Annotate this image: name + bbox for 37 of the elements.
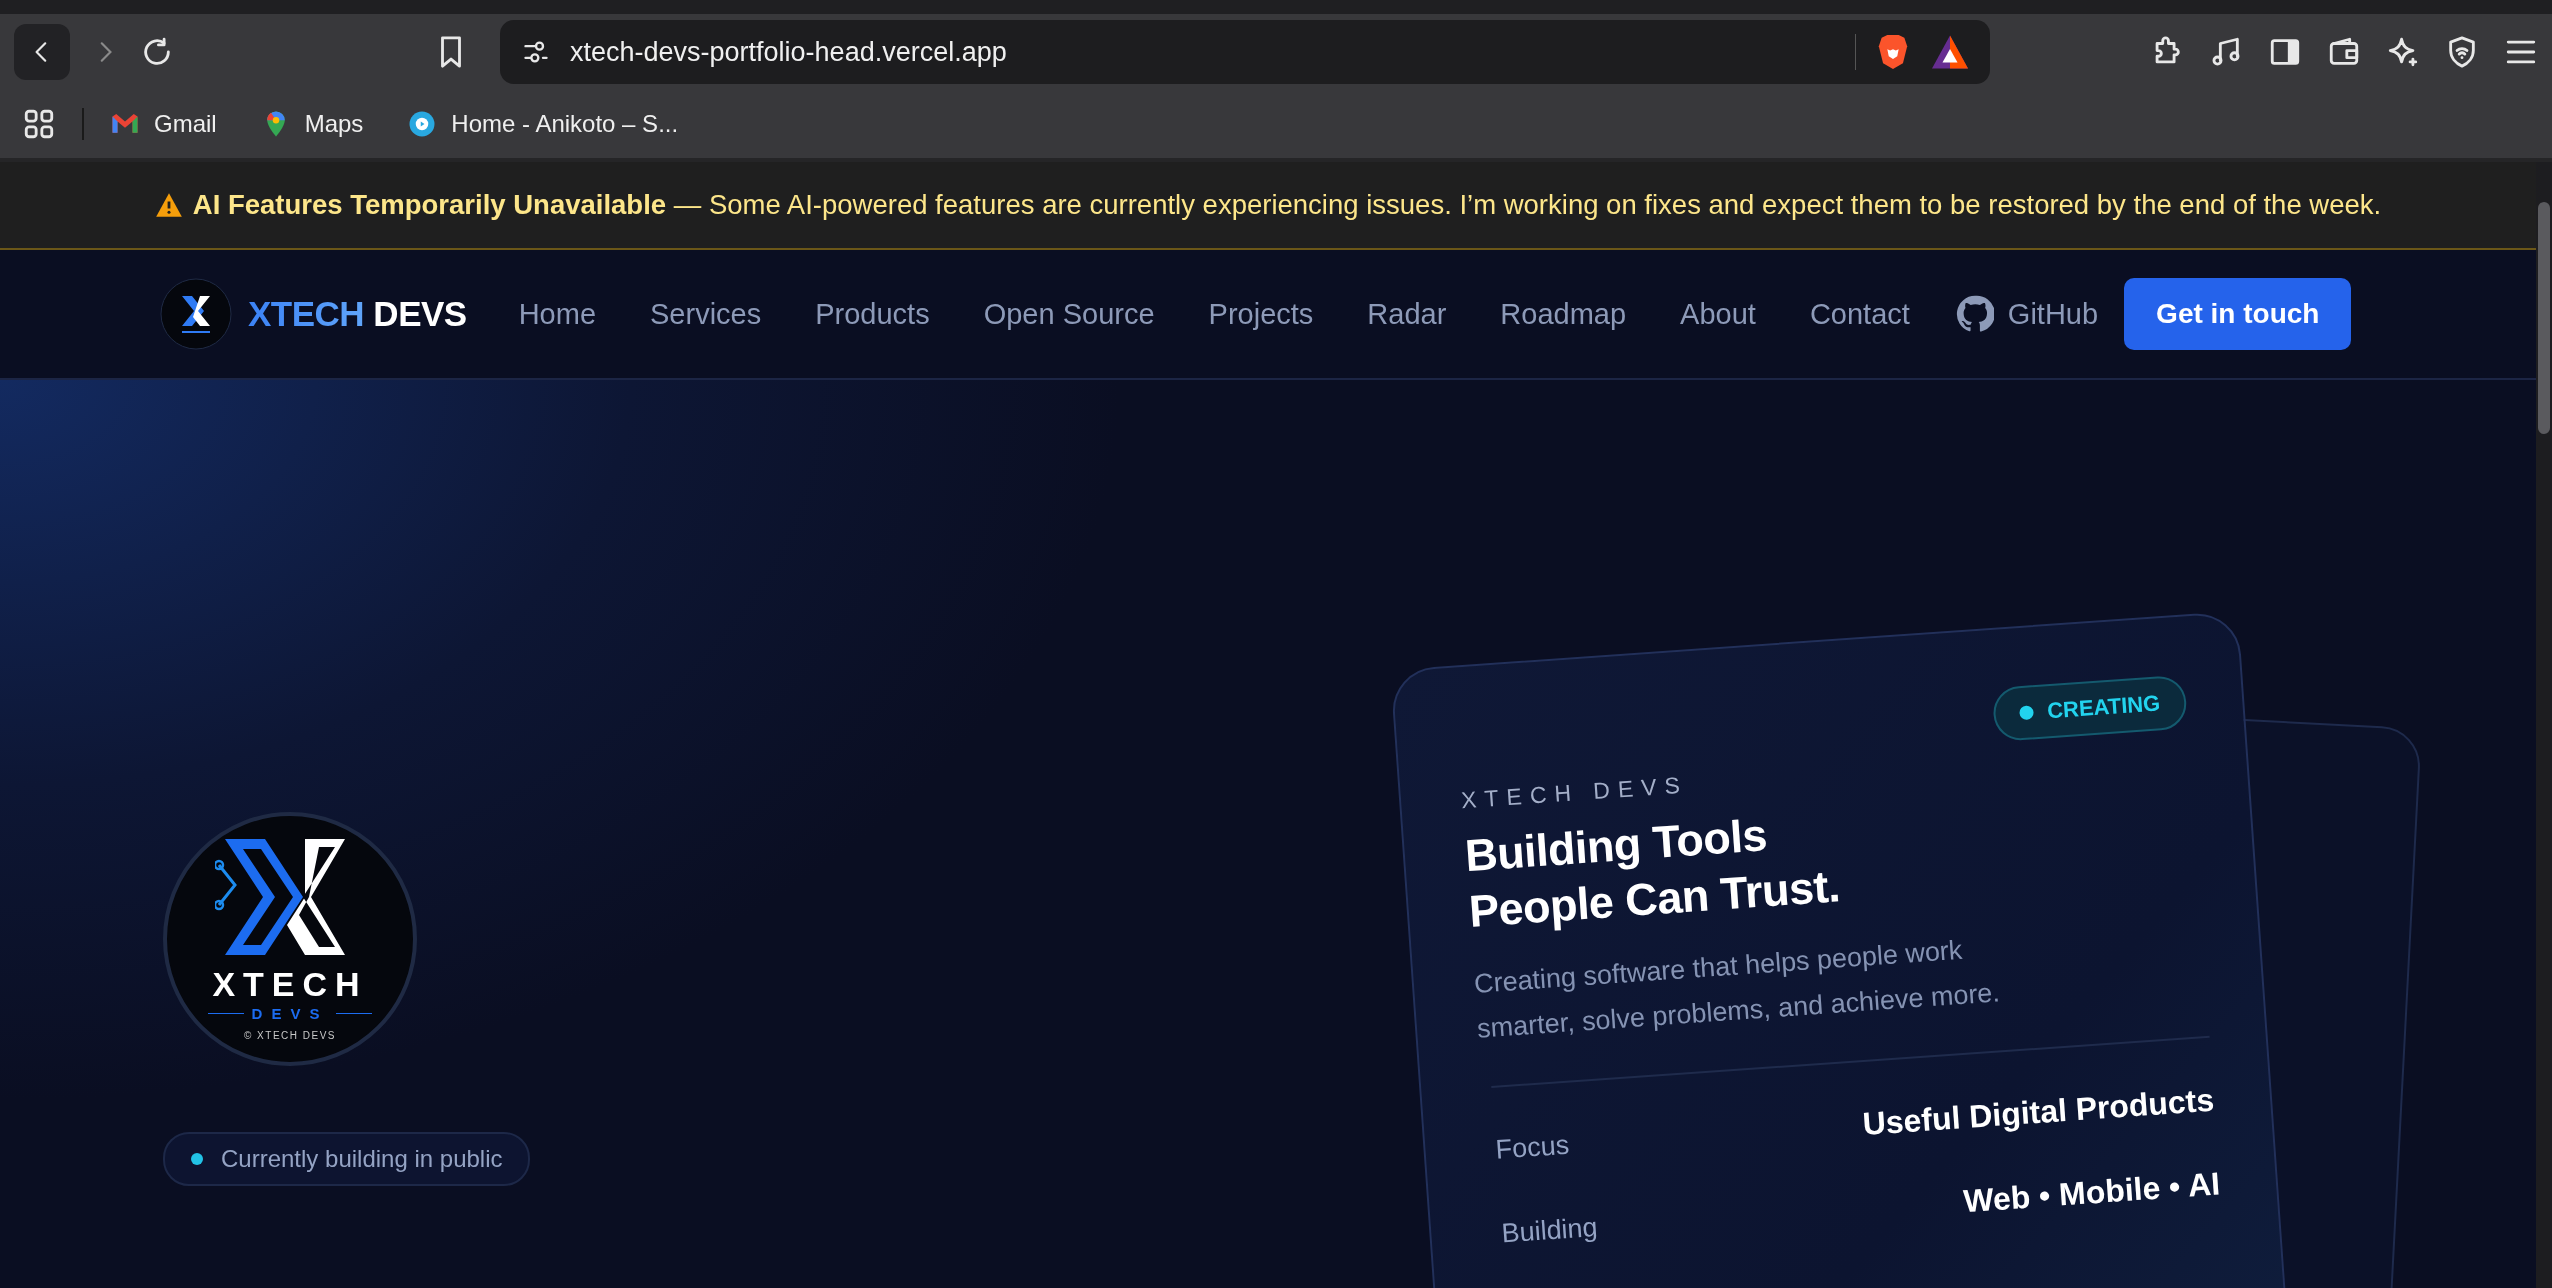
address-bar[interactable]: xtech-devs-portfolio-head.vercel.app <box>500 20 1990 84</box>
nav-link[interactable]: About <box>1680 297 1756 331</box>
row-value: Web • Mobile • AI <box>1962 1165 2222 1221</box>
notice-message: AI Features Temporarily Unavailable — Some AI-powered features are currently experiencing issues. I’m working on fixes and expect them to be restored by the end of the week. <box>192 189 2382 221</box>
row-label: Building <box>1500 1211 1599 1250</box>
scrollbar[interactable] <box>2536 162 2552 1288</box>
bookmark-link[interactable]: Home - Anikoto – S... <box>407 109 679 139</box>
get-in-touch-button[interactable]: Get in touch <box>2124 278 2352 350</box>
nav-link[interactable]: Contact <box>1809 297 1910 331</box>
row-value: Useful Digital Products <box>1861 1081 2216 1143</box>
status-badge: CREATING <box>1991 674 2188 742</box>
status-dot <box>191 1153 203 1165</box>
bookmark-link[interactable]: Maps <box>260 109 364 139</box>
sparkle-icon[interactable] <box>2386 35 2420 69</box>
nav-link[interactable]: Projects <box>1208 297 1314 331</box>
nav-link[interactable]: Roadmap <box>1500 297 1627 331</box>
lion-shield-icon <box>1876 33 1910 71</box>
url-text: xtech-devs-portfolio-head.vercel.app <box>570 36 1008 68</box>
nav-link[interactable]: Services <box>650 297 762 331</box>
logo-icon[interactable] <box>160 278 232 350</box>
back-button[interactable] <box>14 24 70 80</box>
triangle-icon <box>1930 34 1970 70</box>
nav-link[interactable]: Open Source <box>983 297 1155 331</box>
github-icon <box>1955 295 1994 333</box>
nav-link[interactable]: Products <box>815 297 930 331</box>
row-label: Focus <box>1494 1129 1571 1166</box>
bookmark-link[interactable]: Gmail <box>110 109 217 139</box>
logo-subtitle: DEVS <box>251 1005 329 1022</box>
github-link[interactable]: GitHub <box>1955 295 2099 333</box>
nav-link[interactable]: Radar <box>1367 297 1447 331</box>
logo-wordmark: XTECH <box>212 967 368 1001</box>
scrollbar-thumb[interactable] <box>2538 202 2550 434</box>
status-pill: Currently building in public <box>163 1132 531 1186</box>
nav-link[interactable]: Home <box>518 297 597 331</box>
apps-grid-icon[interactable] <box>22 107 56 141</box>
warning-icon <box>154 192 183 218</box>
logo-copyright: © XTECH DEVS <box>243 1030 337 1041</box>
